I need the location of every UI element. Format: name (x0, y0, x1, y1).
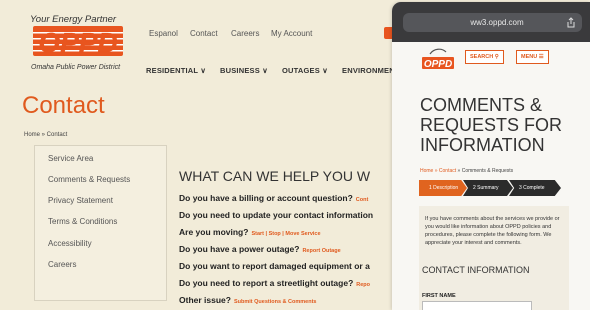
step-description: 1 Description (419, 180, 467, 196)
url-text: ww3.oppd.com (470, 18, 524, 27)
crumb-current: Comments & Requests (461, 168, 514, 174)
breadcrumb[interactable]: Home » Contact (24, 132, 67, 138)
first-name-label: FIRST NAME (422, 293, 456, 299)
question-text: Do you need to report a streetlight outa… (179, 278, 354, 288)
link-contact[interactable]: Contact (190, 29, 218, 38)
form-intro: If you have comments about the services … (425, 216, 560, 246)
step-complete: 3 Complete (509, 180, 561, 196)
question-link[interactable]: Submit Questions & Comments (234, 299, 317, 305)
question-text: Other issue? (179, 295, 231, 305)
sidebar-item-privacy[interactable]: Privacy Statement (48, 196, 113, 205)
question-link[interactable]: Start | Stop | Move Service (251, 231, 320, 237)
question-text: Are you moving? (179, 227, 249, 237)
crumb-home[interactable]: Home (420, 168, 433, 174)
question-text: Do you have a power outage? (179, 244, 300, 254)
sidebar-item-careers[interactable]: Careers (48, 260, 76, 269)
question-damaged-equipment: Do you want to report damaged equipment … (179, 261, 394, 271)
sidebar-item-terms[interactable]: Terms & Conditions (48, 217, 117, 226)
first-name-input[interactable] (422, 301, 532, 310)
question-streetlight: Do you need to report a streetlight outa… (179, 278, 394, 288)
question-text: Do you have a billing or account questio… (179, 193, 353, 203)
nav-residential[interactable]: RESIDENTIAL ∨ (146, 66, 206, 75)
question-moving: Are you moving? Start | Stop | Move Servi… (179, 227, 394, 237)
help-heading: WHAT CAN WE HELP YOU W (179, 168, 371, 184)
svg-text:OPPD: OPPD (38, 27, 117, 56)
tagline: Your Energy Partner (30, 14, 117, 25)
sidebar-item-comments[interactable]: Comments & Requests (48, 175, 130, 184)
mobile-screen: ww3.oppd.com OPPD SEARCH ⚲ MENU ☰ COMMEN… (392, 2, 590, 310)
search-button[interactable]: SEARCH ⚲ (465, 50, 504, 64)
nav-business[interactable]: BUSINESS ∨ (220, 66, 268, 75)
link-careers[interactable]: Careers (231, 29, 259, 38)
mobile-page-title: COMMENTS & REQUESTS FOR INFORMATION (420, 95, 563, 155)
question-link[interactable]: Repo (356, 282, 370, 288)
page-title: Contact (22, 92, 105, 119)
question-link[interactable]: Cont (356, 197, 369, 203)
oppd-logo[interactable]: OPPD (33, 26, 123, 56)
search-icon: ⚲ (494, 54, 499, 60)
question-text: Do you want to report damaged equipment … (179, 261, 370, 271)
mobile-breadcrumb: Home » Contact » Comments & Requests (420, 168, 514, 174)
district-name: Omaha Public Power District (31, 64, 121, 71)
sidebar-item-accessibility[interactable]: Accessibility (48, 239, 92, 248)
link-my-account[interactable]: My Account (271, 29, 312, 38)
link-espanol[interactable]: Espanol (149, 29, 178, 38)
question-link[interactable]: Report Outage (302, 248, 340, 254)
crumb-contact[interactable]: Contact (439, 168, 456, 174)
menu-button[interactable]: MENU ☰ (516, 50, 549, 64)
search-label: SEARCH (470, 54, 494, 60)
oppd-mobile-logo[interactable]: OPPD (422, 48, 454, 70)
contact-info-heading: CONTACT INFORMATION (422, 265, 530, 275)
question-billing: Do you have a billing or account questio… (179, 193, 394, 203)
svg-text:OPPD: OPPD (424, 59, 452, 70)
question-outage: Do you have a power outage? Report Outage (179, 244, 394, 254)
hamburger-icon: ☰ (538, 54, 544, 60)
step-summary: 2 Summary (463, 180, 513, 196)
menu-label: MENU (521, 54, 538, 60)
question-text: Do you need to update your contact infor… (179, 210, 374, 220)
question-other: Other issue? Submit Questions & Comments (179, 295, 394, 305)
nav-environment[interactable]: ENVIRONMEN (342, 66, 395, 75)
share-icon[interactable] (566, 17, 576, 28)
sidebar-item-service-area[interactable]: Service Area (48, 154, 93, 163)
browser-url-bar: ww3.oppd.com (392, 2, 590, 42)
nav-outages[interactable]: OUTAGES ∨ (282, 66, 328, 75)
question-update-contact: Do you need to update your contact infor… (179, 210, 394, 220)
